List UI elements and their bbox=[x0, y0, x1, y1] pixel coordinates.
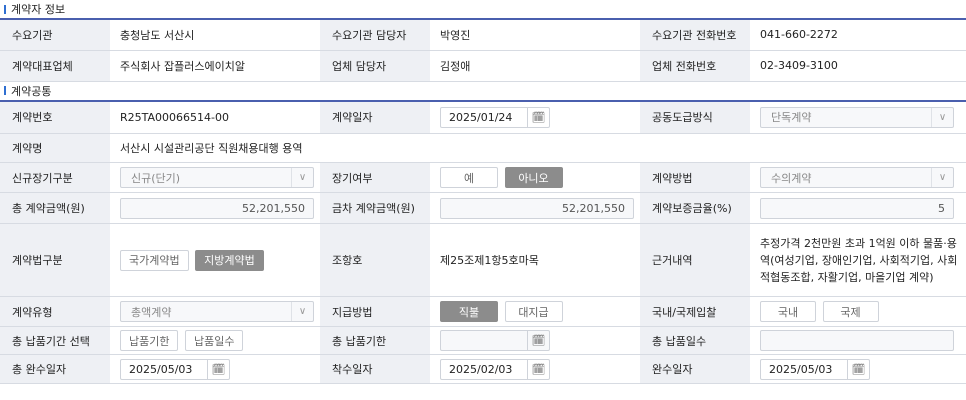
chevron-down-icon: ∨ bbox=[291, 168, 313, 187]
completion-date-value: 2025/05/03 bbox=[769, 362, 833, 376]
section-marker bbox=[4, 4, 6, 14]
demand-org-value: 충청남도 서산시 bbox=[110, 20, 320, 51]
basis-label: 근거내역 bbox=[640, 223, 750, 297]
company-manager-label: 업체 담당자 bbox=[320, 50, 430, 82]
method-label: 계약방법 bbox=[640, 162, 750, 193]
table-row: 총 완수일자 2025/05/03 🗓 착수일자 2025/02/03 🗓 완수… bbox=[0, 354, 966, 384]
guarantee-label: 계약보증금율(%) bbox=[640, 192, 750, 224]
calendar-icon[interactable]: 🗓 bbox=[207, 359, 229, 379]
start-date-field[interactable]: 2025/02/03 🗓 bbox=[440, 358, 550, 380]
joint-supply-value: 단독계약 bbox=[771, 111, 812, 125]
calendar-icon[interactable]: 🗓 bbox=[847, 359, 869, 379]
rep-company-label: 계약대표업체 bbox=[0, 50, 110, 82]
guarantee-field[interactable]: 5 bbox=[760, 197, 954, 219]
demand-phone-value: 041-660-2272 bbox=[750, 20, 966, 51]
delivery-days-label: 총 납품일수 bbox=[640, 326, 750, 355]
joint-supply-select[interactable]: 단독계약 ∨ bbox=[760, 106, 954, 128]
table-row: 계약명 서산시 시설관리공단 직원채용대행 용역 bbox=[0, 133, 966, 163]
clause-label: 조항호 bbox=[320, 223, 430, 297]
delivery-deadline-field[interactable]: 🗓 bbox=[440, 330, 550, 351]
section-title-contractor: 계약자 정보 bbox=[0, 0, 966, 18]
delivery-days-button[interactable]: 납품일수 bbox=[184, 330, 244, 351]
table-row: 수요기관 충청남도 서산시 수요기관 담당자 박영진 수요기관 전화번호 041… bbox=[0, 20, 966, 51]
contractor-table: 수요기관 충청남도 서산시 수요기관 담당자 박영진 수요기관 전화번호 041… bbox=[0, 20, 966, 82]
contract-no-label: 계약번호 bbox=[0, 101, 110, 134]
method-value: 수의계약 bbox=[771, 171, 812, 185]
bid-label: 국내/국제입찰 bbox=[640, 296, 750, 327]
total-amount-label: 총 계약금액(원) bbox=[0, 192, 110, 224]
contract-date-label: 계약일자 bbox=[320, 101, 430, 134]
method-select[interactable]: 수의계약 ∨ bbox=[760, 167, 954, 188]
bid-international-button[interactable]: 국제 bbox=[822, 301, 879, 322]
law-local-button[interactable]: 지방계약법 bbox=[195, 249, 264, 271]
completion-date-field[interactable]: 2025/05/03 🗓 bbox=[760, 358, 870, 380]
calendar-icon[interactable]: 🗓 bbox=[527, 331, 549, 350]
new-long-label: 신규장기구분 bbox=[0, 162, 110, 193]
basis-value: 추정가격 2천만원 초과 1억원 이하 물품·용역(여성기업, 장애인기업, 사… bbox=[750, 223, 966, 297]
delivery-select-label: 총 납품기간 선택 bbox=[0, 326, 110, 355]
completion-label: 완수일자 bbox=[640, 354, 750, 384]
company-manager-value: 김정애 bbox=[430, 50, 640, 82]
table-row: 총 계약금액(원) 52,201,550 금차 계약금액(원) 52,201,5… bbox=[0, 192, 966, 224]
long-term-label: 장기여부 bbox=[320, 162, 430, 193]
delivery-days-field[interactable] bbox=[760, 330, 954, 351]
new-long-value: 신규(단기) bbox=[131, 171, 181, 185]
section-title-common: 계약공통 bbox=[0, 82, 966, 100]
total-amount-field[interactable]: 52,201,550 bbox=[120, 197, 314, 219]
contract-name-label: 계약명 bbox=[0, 133, 110, 163]
type-value: 총액계약 bbox=[131, 305, 172, 319]
clause-value: 제25조제1항5호마목 bbox=[430, 223, 640, 297]
rep-company-value: 주식회사 잡플러스에이치알 bbox=[110, 50, 320, 82]
section-title-text: 계약공통 bbox=[11, 84, 52, 98]
demand-manager-value: 박영진 bbox=[430, 20, 640, 51]
calendar-icon[interactable]: 🗓 bbox=[527, 107, 549, 127]
contract-date-value: 2025/01/24 bbox=[449, 110, 513, 124]
new-long-select[interactable]: 신규(단기) ∨ bbox=[120, 167, 314, 188]
table-row: 총 납품기간 선택 납품기한 납품일수 총 납품기한 🗓 총 납품일수 bbox=[0, 326, 966, 355]
table-row: 계약유형 총액계약 ∨ 지급방법 직불 대지급 국내/국제입찰 국내 국제 bbox=[0, 296, 966, 327]
table-row: 계약법구분 국가계약법 지방계약법 조항호 제25조제1항5호마목 근거내역 추… bbox=[0, 223, 966, 297]
company-phone-value: 02-3409-3100 bbox=[750, 50, 966, 82]
contract-name-value: 서산시 시설관리공단 직원채용대행 용역 bbox=[110, 133, 966, 163]
payment-proxy-button[interactable]: 대지급 bbox=[504, 301, 563, 322]
type-label: 계약유형 bbox=[0, 296, 110, 327]
joint-supply-label: 공동도급방식 bbox=[640, 101, 750, 134]
chevron-down-icon: ∨ bbox=[931, 168, 953, 187]
payment-direct-button[interactable]: 직불 bbox=[440, 301, 498, 322]
delivery-deadline-button[interactable]: 납품기한 bbox=[120, 330, 179, 351]
section-marker bbox=[4, 86, 6, 95]
demand-manager-label: 수요기관 담당자 bbox=[320, 20, 430, 51]
law-national-button[interactable]: 국가계약법 bbox=[120, 249, 189, 271]
bid-domestic-button[interactable]: 국내 bbox=[760, 301, 816, 322]
law-type-label: 계약법구분 bbox=[0, 223, 110, 297]
table-row: 계약번호 R25TA00066514-00 계약일자 2025/01/24 🗓 … bbox=[0, 101, 966, 134]
delivery-deadline-label: 총 납품기한 bbox=[320, 326, 430, 355]
total-completion-field[interactable]: 2025/05/03 🗓 bbox=[120, 358, 230, 380]
demand-org-label: 수요기관 bbox=[0, 20, 110, 51]
long-term-no-button[interactable]: 아니오 bbox=[504, 167, 563, 188]
calendar-icon[interactable]: 🗓 bbox=[527, 359, 549, 379]
chevron-down-icon: ∨ bbox=[291, 302, 313, 321]
total-completion-value: 2025/05/03 bbox=[129, 362, 193, 376]
table-row: 계약대표업체 주식회사 잡플러스에이치알 업체 담당자 김정애 업체 전화번호 … bbox=[0, 50, 966, 82]
start-date-value: 2025/02/03 bbox=[449, 362, 513, 376]
table-row: 신규장기구분 신규(단기) ∨ 장기여부 예 아니오 계약방법 수의계약 ∨ bbox=[0, 162, 966, 193]
demand-phone-label: 수요기관 전화번호 bbox=[640, 20, 750, 51]
company-phone-label: 업체 전화번호 bbox=[640, 50, 750, 82]
chevron-down-icon: ∨ bbox=[931, 107, 953, 127]
long-term-yes-button[interactable]: 예 bbox=[440, 167, 498, 188]
section-title-text: 계약자 정보 bbox=[11, 3, 66, 16]
payment-label: 지급방법 bbox=[320, 296, 430, 327]
contract-date-field[interactable]: 2025/01/24 🗓 bbox=[440, 106, 550, 128]
current-amount-field[interactable]: 52,201,550 bbox=[440, 197, 634, 219]
type-select[interactable]: 총액계약 ∨ bbox=[120, 301, 314, 322]
total-completion-label: 총 완수일자 bbox=[0, 354, 110, 384]
contract-no-value: R25TA00066514-00 bbox=[110, 101, 320, 134]
start-label: 착수일자 bbox=[320, 354, 430, 384]
current-amount-label: 금차 계약금액(원) bbox=[320, 192, 430, 224]
common-table: 계약번호 R25TA00066514-00 계약일자 2025/01/24 🗓 … bbox=[0, 101, 966, 384]
